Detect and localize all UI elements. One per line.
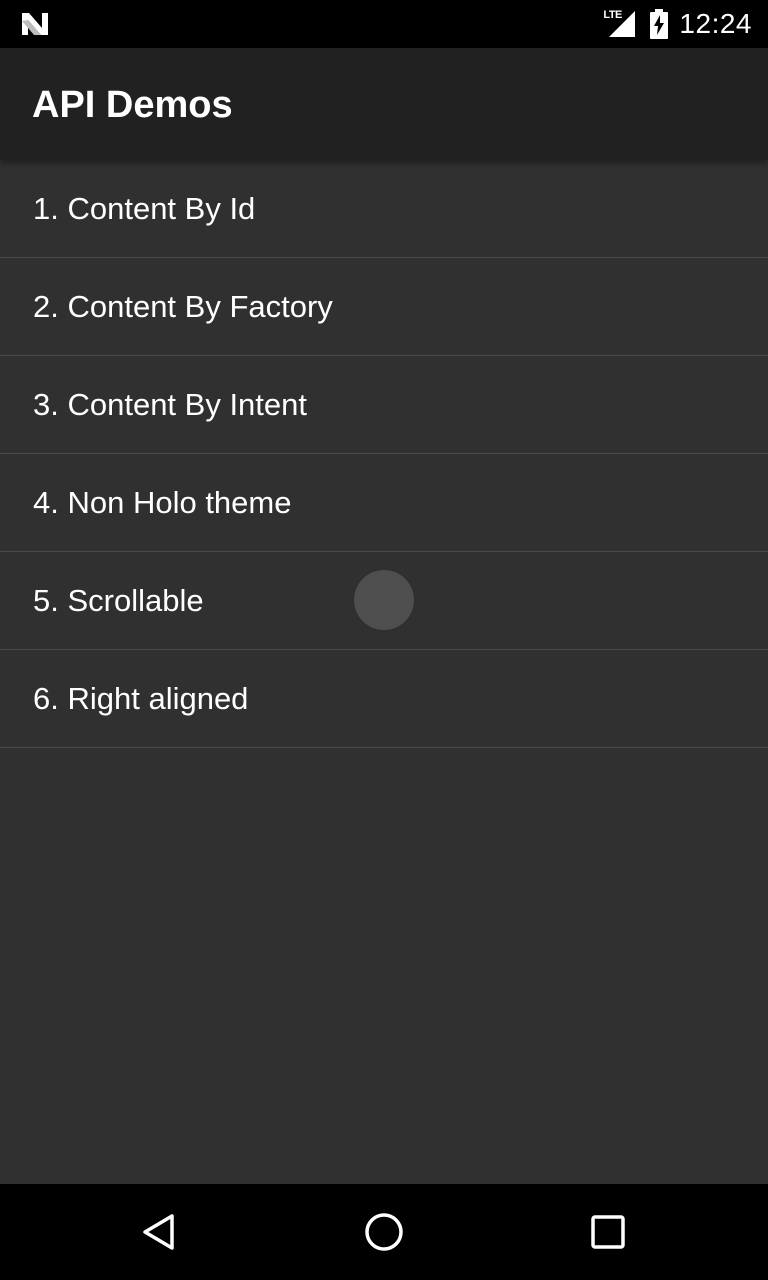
navigation-bar <box>0 1184 768 1280</box>
lte-signal-icon: LTE <box>601 9 639 39</box>
battery-charging-icon <box>650 9 669 39</box>
notification-n-icon <box>22 13 48 35</box>
list-item-label: 2. Content By Factory <box>33 288 333 324</box>
home-icon <box>365 1213 403 1251</box>
list-item-content-by-id[interactable]: 1. Content By Id <box>0 160 768 258</box>
list-item-label: 4. Non Holo theme <box>33 484 292 520</box>
recents-icon <box>591 1215 625 1249</box>
network-type-label: LTE <box>603 9 622 21</box>
demo-list: 1. Content By Id 2. Content By Factory 3… <box>0 160 768 748</box>
back-button[interactable] <box>100 1184 220 1280</box>
list-item-label: 5. Scrollable <box>33 582 204 618</box>
app-title: API Demos <box>32 84 233 126</box>
list-item-non-holo-theme[interactable]: 4. Non Holo theme <box>0 454 768 552</box>
back-icon <box>143 1214 174 1250</box>
list-item-content-by-factory[interactable]: 2. Content By Factory <box>0 258 768 356</box>
recents-button[interactable] <box>548 1184 668 1280</box>
list-item-label: 3. Content By Intent <box>33 386 308 422</box>
status-clock: 12:24 <box>679 8 752 39</box>
list-item-label: 6. Right aligned <box>33 680 249 716</box>
status-icons: LTE 12:24 <box>601 0 752 48</box>
list-item-label: 1. Content By Id <box>33 190 256 226</box>
status-bar: LTE 12:24 <box>0 0 768 48</box>
home-button[interactable] <box>324 1184 444 1280</box>
touch-indicator <box>354 570 414 630</box>
screen: LTE 12:24 API Demos 1. Content By Id 2. … <box>0 0 768 1280</box>
action-bar: API Demos <box>0 48 768 160</box>
list-item-right-aligned[interactable]: 6. Right aligned <box>0 650 768 748</box>
list-item-content-by-intent[interactable]: 3. Content By Intent <box>0 356 768 454</box>
